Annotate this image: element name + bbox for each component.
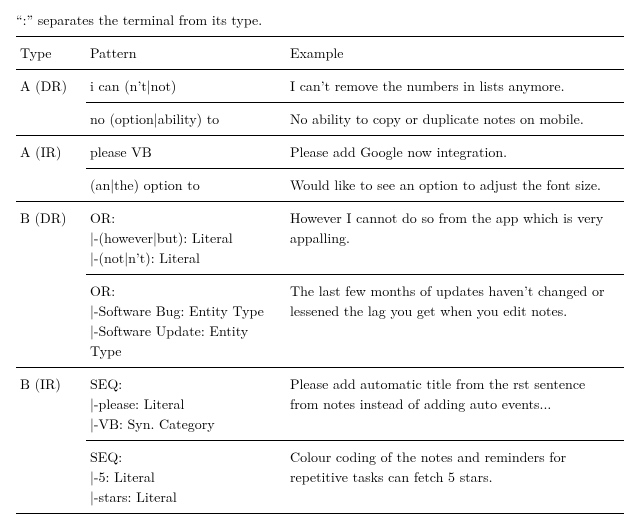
pattern-line: SEQ: <box>90 447 122 467</box>
pattern-line: |-please: Literal <box>90 394 184 414</box>
cell-example: However I cannot do so from the app whic… <box>286 202 624 275</box>
cell-example: Please add Google now integration. <box>286 136 624 169</box>
header-example: Example <box>286 37 624 70</box>
cell-example: I can’t remove the numbers in lists anym… <box>286 70 624 103</box>
cell-type: A (DR) <box>16 70 86 103</box>
pattern-line: |-5: Literal <box>90 467 155 487</box>
pattern-line: |-Software Update: Entity Type <box>90 321 248 361</box>
cell-type <box>16 103 86 136</box>
pattern-line: |-VB: Syn. Category <box>90 414 215 434</box>
cell-pattern: (an|the) option to <box>86 169 286 202</box>
pattern-line: OR: <box>90 208 115 228</box>
header-pattern: Pattern <box>86 37 286 70</box>
cell-pattern: SEQ: |-please: Literal |-VB: Syn. Catego… <box>86 368 286 441</box>
table-row: OR: |-Software Bug: Entity Type |-Softwa… <box>16 275 624 368</box>
caption-fragment: “:” separates the terminal from its type… <box>16 10 624 30</box>
cell-type: B (DR) <box>16 202 86 275</box>
table-row: B (DR) OR: |-(however|but): Literal |-(n… <box>16 202 624 275</box>
cell-example: The last few months of updates haven’t c… <box>286 275 624 368</box>
cell-pattern: no (option|ability) to <box>86 103 286 136</box>
cell-pattern: OR: |-Software Bug: Entity Type |-Softwa… <box>86 275 286 368</box>
table-row: B (IR) SEQ: |-please: Literal |-VB: Syn.… <box>16 368 624 441</box>
cell-example: Please add automatic title from the rst … <box>286 368 624 441</box>
cell-pattern: i can (n’t|not) <box>86 70 286 103</box>
table-header-row: Type Pattern Example <box>16 37 624 70</box>
table-row: (an|the) option to Would like to see an … <box>16 169 624 202</box>
cell-type <box>16 275 86 368</box>
pattern-line: SEQ: <box>90 374 122 394</box>
table-row: A (DR) i can (n’t|not) I can’t remove th… <box>16 70 624 103</box>
pattern-line: |-(not|n’t): Literal <box>90 248 200 268</box>
pattern-line: |-(however|but): Literal <box>90 228 233 248</box>
cell-type: A (IR) <box>16 136 86 169</box>
pattern-line: OR: <box>90 281 115 301</box>
pattern-line: |-Software Bug: Entity Type <box>90 301 264 321</box>
cell-type <box>16 169 86 202</box>
header-type: Type <box>16 37 86 70</box>
patterns-table: Type Pattern Example A (DR) i can (n’t|n… <box>16 36 624 514</box>
cell-example: Would like to see an option to adjust th… <box>286 169 624 202</box>
table-row: A (IR) please VB Please add Google now i… <box>16 136 624 169</box>
cell-type: B (IR) <box>16 368 86 441</box>
cell-pattern: please VB <box>86 136 286 169</box>
cell-example: No ability to copy or duplicate notes on… <box>286 103 624 136</box>
pattern-line: |-stars: Literal <box>90 487 177 507</box>
cell-pattern: OR: |-(however|but): Literal |-(not|n’t)… <box>86 202 286 275</box>
table-row: no (option|ability) to No ability to cop… <box>16 103 624 136</box>
